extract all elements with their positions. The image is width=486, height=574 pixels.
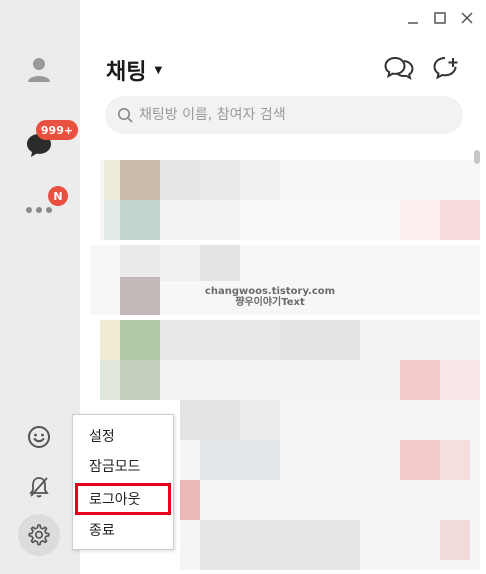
chat-preview-blur [440, 200, 480, 240]
search-bar[interactable] [105, 96, 463, 134]
avatar [104, 160, 120, 200]
watermark-line1: changwoos.tistory.com [204, 286, 336, 297]
chat-preview-blur [160, 160, 200, 200]
open-chat-icon [384, 56, 414, 81]
chat-preview-blur [440, 440, 470, 480]
watermark: changwoos.tistory.com 쨩우이야기Text [190, 286, 350, 308]
page-title-label: 채팅 [106, 60, 147, 85]
avatar [120, 360, 160, 400]
avatar [100, 360, 120, 400]
menu-item-settings[interactable]: 설정 [73, 423, 173, 449]
chat-preview-blur [240, 400, 280, 440]
new-chat-button[interactable] [430, 52, 464, 84]
chat-preview-blur [160, 320, 280, 360]
chat-preview-blur [200, 245, 240, 281]
avatar [120, 277, 160, 315]
avatar [100, 320, 120, 360]
chat-preview-blur [240, 160, 280, 200]
minimize-icon [408, 22, 418, 24]
menu-item-quit[interactable]: 종료 [73, 517, 173, 543]
avatar [120, 320, 160, 360]
chat-preview-blur [180, 480, 200, 520]
settings-button[interactable] [18, 514, 60, 556]
avatar [120, 245, 160, 277]
bell-off-icon [29, 477, 49, 498]
emoji-button[interactable] [24, 422, 54, 452]
new-chat-icon [433, 57, 458, 80]
profile-icon [28, 58, 50, 82]
caret-down-icon: ▼ [154, 64, 163, 76]
scrollbar[interactable] [474, 150, 480, 164]
more-icon [26, 207, 52, 213]
chat-preview-blur [160, 200, 240, 240]
search-input[interactable] [139, 107, 439, 123]
chat-preview-blur [200, 160, 240, 200]
watermark-line2: 쨩우이야기Text [235, 297, 305, 308]
chat-preview-blur [400, 440, 440, 480]
open-chat-button[interactable] [382, 52, 416, 84]
chat-preview-blur [200, 520, 360, 570]
maximize-icon [434, 12, 446, 24]
notification-off-button[interactable] [24, 472, 54, 502]
chat-preview-blur [200, 440, 280, 480]
minimize-button[interactable] [403, 8, 423, 28]
chat-preview-blur [440, 360, 480, 400]
page-title[interactable]: 채팅 ▼ [106, 54, 162, 86]
gear-icon [28, 524, 50, 546]
emoji-icon [28, 426, 50, 448]
close-button[interactable] [457, 8, 477, 28]
settings-menu: 설정 잠금모드 로그아웃 종료 [72, 414, 174, 550]
avatar [104, 200, 120, 240]
chat-preview-blur [400, 360, 440, 400]
maximize-button[interactable] [430, 8, 450, 28]
menu-item-logout[interactable]: 로그아웃 [75, 483, 171, 515]
chat-preview-blur [440, 520, 470, 560]
chat-preview-blur [400, 200, 440, 240]
profile-button[interactable] [22, 52, 56, 86]
chat-preview-blur [180, 400, 240, 440]
close-icon [461, 12, 473, 24]
avatar [120, 160, 160, 200]
chat-preview-blur [280, 320, 360, 360]
unread-badge: 999+ [36, 120, 78, 140]
menu-item-lock-mode[interactable]: 잠금모드 [73, 453, 173, 479]
search-icon [118, 108, 133, 123]
avatar [120, 200, 160, 240]
new-badge: N [48, 186, 68, 206]
sidebar: 999+ N [0, 0, 80, 574]
